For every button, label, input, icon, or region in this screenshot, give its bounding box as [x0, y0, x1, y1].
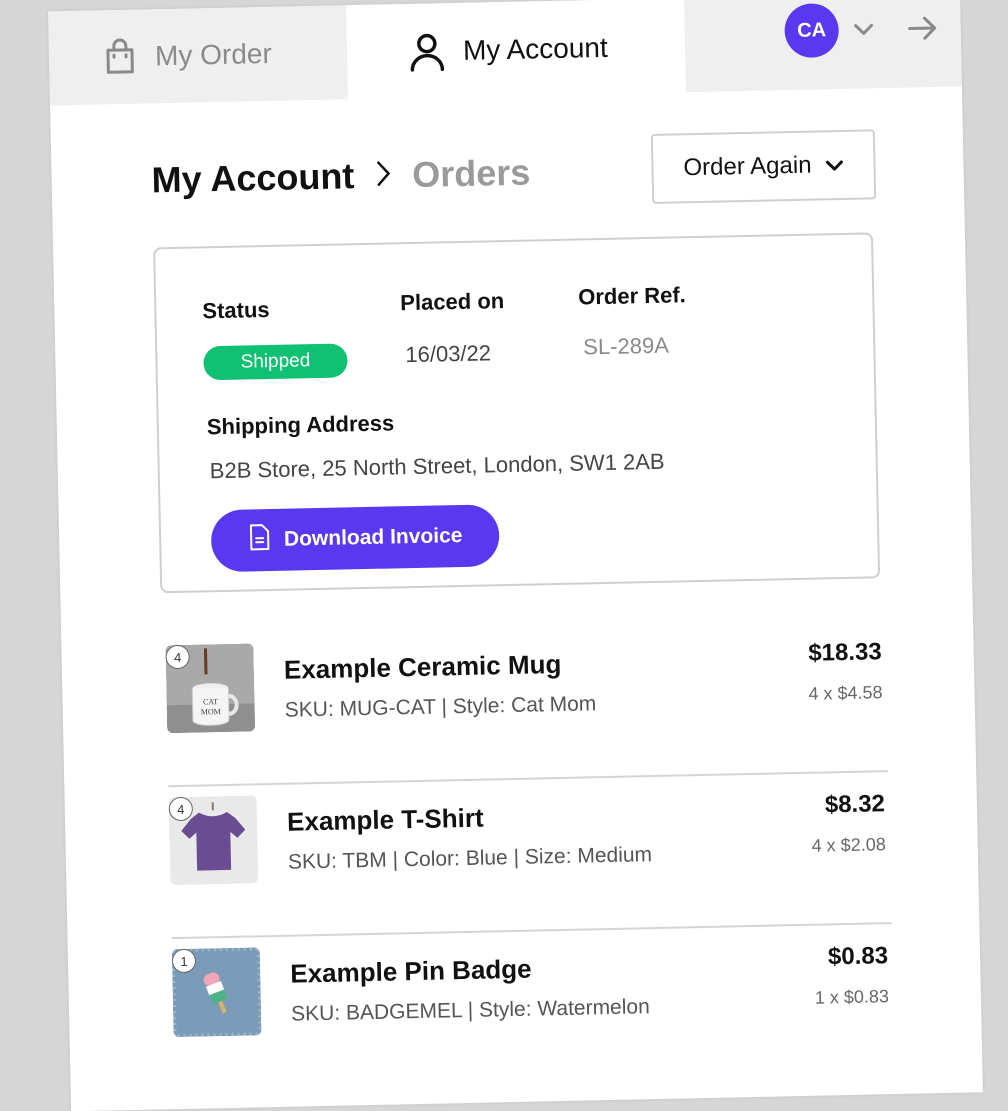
item-name: Example Ceramic Mug	[283, 648, 562, 685]
order-items-list: 4 CAT MOM Example Ceramic Mug SKU: MUG-C…	[165, 620, 894, 1091]
shipping-address-label: Shipping Address	[206, 410, 395, 440]
chevron-right-icon	[374, 158, 393, 193]
order-summary-card: Status Shipped Placed on 16/03/22 Order …	[153, 232, 881, 594]
placed-on-label: Placed on	[400, 288, 505, 316]
download-invoice-button[interactable]: Download Invoice	[210, 504, 500, 573]
tab-my-order-label: My Order	[154, 37, 273, 72]
item-total: $18.33	[808, 638, 882, 667]
list-item[interactable]: 1 Example Pin Badge SKU: BADGEMEL | Styl…	[171, 924, 895, 1091]
order-ref-value: SL-289A	[582, 332, 670, 360]
shipping-address-value: B2B Store, 25 North Street, London, SW1 …	[209, 448, 665, 484]
svg-text:MOM: MOM	[201, 707, 221, 716]
item-unit-price: 4 x $4.58	[808, 682, 883, 704]
svg-text:CAT: CAT	[203, 697, 218, 706]
tab-my-account-label: My Account	[462, 31, 609, 66]
order-again-label: Order Again	[683, 151, 812, 182]
user-controls: CA	[750, 0, 961, 67]
item-meta: SKU: BADGEMEL | Style: Watermelon	[290, 995, 650, 1026]
placed-on-value: 16/03/22	[405, 340, 492, 368]
item-total: $8.32	[824, 790, 886, 819]
breadcrumb-my-account[interactable]: My Account	[151, 155, 355, 201]
user-icon	[409, 31, 446, 72]
chevron-down-icon[interactable]	[853, 22, 875, 36]
top-navigation: My Order My Account CA	[48, 0, 962, 106]
list-item[interactable]: 4 Example T-Shirt SKU: TBM | Color: Blue…	[168, 772, 892, 940]
document-icon	[248, 523, 271, 557]
app-window: My Order My Account CA My Account Orders…	[48, 0, 983, 1111]
arrow-right-icon[interactable]	[906, 15, 939, 42]
order-ref-label: Order Ref.	[577, 282, 687, 310]
status-label: Status	[202, 296, 270, 324]
status-badge: Shipped	[203, 343, 348, 381]
breadcrumb-orders: Orders	[411, 151, 531, 195]
chevron-down-icon	[825, 151, 844, 179]
list-item[interactable]: 4 CAT MOM Example Ceramic Mug SKU: MUG-C…	[165, 620, 889, 788]
tab-my-order[interactable]: My Order	[48, 5, 348, 105]
download-invoice-label: Download Invoice	[283, 523, 463, 551]
item-unit-price: 4 x $2.08	[811, 834, 886, 856]
item-total: $0.83	[827, 942, 889, 971]
avatar[interactable]: CA	[784, 3, 840, 59]
shopping-bag-icon	[103, 38, 138, 77]
item-unit-price: 1 x $0.83	[814, 986, 890, 1008]
item-name: Example Pin Badge	[289, 953, 532, 989]
item-meta: SKU: TBM | Color: Blue | Size: Medium	[287, 843, 653, 874]
order-again-button[interactable]: Order Again	[650, 129, 877, 204]
item-name: Example T-Shirt	[286, 802, 484, 837]
tab-my-account[interactable]: My Account	[346, 0, 686, 102]
breadcrumb: My Account Orders	[151, 151, 531, 201]
item-meta: SKU: MUG-CAT | Style: Cat Mom	[284, 692, 597, 722]
